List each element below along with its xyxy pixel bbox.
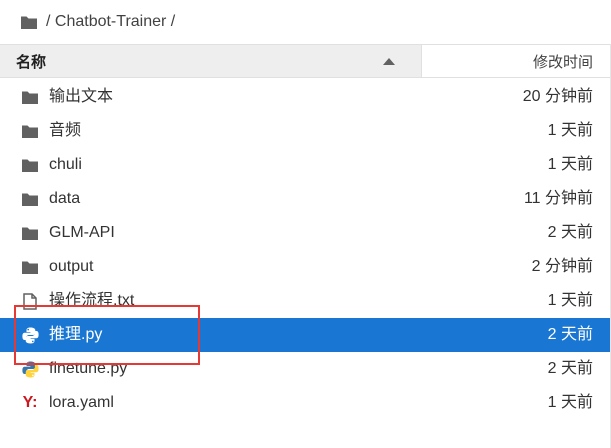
file-row[interactable]: output 2 分钟前 (0, 250, 611, 284)
breadcrumb-path[interactable]: / Chatbot-Trainer / (46, 13, 175, 31)
modified-column-label: 修改时间 (532, 53, 593, 71)
sort-ascending-icon[interactable] (383, 58, 395, 65)
file-name: finetune.py (49, 360, 128, 377)
name-column-label: 名称 (16, 53, 47, 71)
file-name: GLM-API (49, 224, 115, 241)
file-name: 输出文本 (49, 88, 114, 105)
file-name: lora.yaml (49, 394, 114, 411)
file-modified: 1 天前 (547, 122, 593, 139)
file-modified: 2 天前 (547, 326, 593, 343)
breadcrumb: / Chatbot-Trainer / (0, 0, 611, 44)
file-modified: 11 分钟前 (523, 190, 593, 207)
file-name: data (49, 190, 81, 207)
file-row[interactable]: 输出文本 20 分钟前 (0, 80, 611, 114)
file-name: 推理.py (49, 326, 103, 343)
file-list-header: 名称 修改时间 (0, 44, 611, 78)
file-modified: 2 天前 (547, 224, 593, 241)
folder-icon (21, 157, 39, 173)
file-modified: 1 天前 (547, 394, 593, 411)
file-modified: 1 天前 (547, 292, 593, 309)
file-row[interactable]: 音频 1 天前 (0, 114, 611, 148)
python-file-icon (21, 361, 39, 377)
folder-icon (21, 89, 39, 105)
file-modified: 1 天前 (547, 156, 593, 173)
file-modified: 2 分钟前 (531, 258, 593, 275)
file-list: 输出文本 20 分钟前 音频 1 天前 chuli 1 天前 data 11 分… (0, 80, 611, 420)
folder-icon (21, 259, 39, 275)
file-name: 音频 (49, 122, 82, 139)
text-file-icon (21, 292, 39, 310)
file-row[interactable]: Y: lora.yaml 1 天前 (0, 386, 611, 420)
file-row[interactable]: chuli 1 天前 (0, 148, 611, 182)
file-row[interactable]: data 11 分钟前 (0, 182, 611, 216)
file-modified: 2 天前 (547, 360, 593, 377)
file-name: chuli (49, 156, 82, 173)
folder-icon[interactable] (20, 15, 38, 30)
folder-icon (21, 225, 39, 241)
file-row[interactable]: 推理.py 2 天前 (0, 318, 611, 352)
file-name: 操作流程.txt (49, 292, 135, 309)
name-column-header[interactable]: 名称 (0, 45, 422, 77)
file-name: output (49, 258, 94, 275)
folder-icon (21, 123, 39, 139)
modified-column-header[interactable]: 修改时间 (422, 45, 611, 77)
yaml-file-icon: Y: (22, 394, 38, 411)
file-row[interactable]: finetune.py 2 天前 (0, 352, 611, 386)
folder-icon (21, 191, 39, 207)
file-row[interactable]: 操作流程.txt 1 天前 (0, 284, 611, 318)
file-row[interactable]: GLM-API 2 天前 (0, 216, 611, 250)
file-modified: 20 分钟前 (522, 88, 593, 105)
python-file-icon (21, 327, 39, 343)
